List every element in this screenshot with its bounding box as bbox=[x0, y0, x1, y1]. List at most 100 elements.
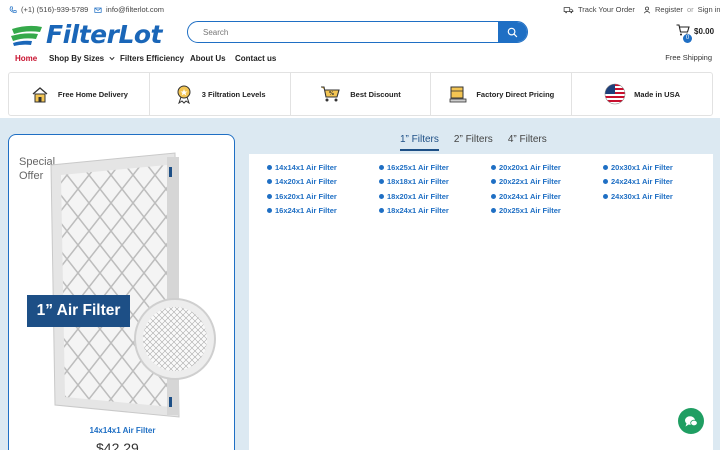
filter-size-label: 16x25x1 Air Filter bbox=[387, 162, 449, 172]
bullet-dot-icon bbox=[491, 179, 496, 184]
filter-size-label: 14x20x1 Air Filter bbox=[275, 177, 337, 186]
bullet-dot-icon bbox=[267, 193, 272, 199]
logo-text: FilterLot bbox=[46, 20, 163, 49]
filter-size-label: 24x24x1 Air Filter bbox=[611, 177, 673, 186]
truck-icon bbox=[563, 6, 574, 13]
filter-size-link[interactable]: 18x20x1 Air Filter bbox=[379, 191, 491, 201]
offer-product-name[interactable]: 14x14x1 Air Filter bbox=[9, 426, 234, 435]
envelope-icon bbox=[94, 7, 102, 13]
search-icon bbox=[507, 27, 518, 37]
bullet-dot-icon bbox=[267, 164, 272, 170]
chevron-down-icon bbox=[109, 56, 115, 61]
main-nav: Home Shop By Sizes Filters Efficiency Ab… bbox=[0, 50, 720, 66]
register-link[interactable]: Register bbox=[655, 5, 683, 14]
filter-size-link[interactable]: 14x14x1 Air Filter bbox=[267, 162, 379, 172]
filter-size-label: 18x24x1 Air Filter bbox=[387, 206, 449, 215]
feature-label: 3 Filtration Levels bbox=[201, 89, 266, 99]
bullet-dot-icon bbox=[603, 193, 608, 199]
filter-size-label: 16x24x1 Air Filter bbox=[275, 206, 337, 215]
nav-shop-by-sizes[interactable]: Shop By Sizes bbox=[49, 54, 115, 63]
sign-in-link[interactable]: Sign in bbox=[698, 5, 720, 14]
offer-banner: 1” Air Filter bbox=[27, 295, 130, 327]
filter-size-link[interactable]: 24x24x1 Air Filter bbox=[603, 177, 715, 186]
or-separator: or bbox=[686, 5, 694, 14]
filter-size-label: 16x20x1 Air Filter bbox=[275, 191, 337, 201]
feature-label: Best Discount bbox=[350, 89, 401, 99]
tab-1-inch-filters[interactable]: 1” Filters bbox=[400, 132, 439, 151]
svg-text:%: % bbox=[329, 91, 334, 97]
tab-2-inch-filters[interactable]: 2” Filters bbox=[454, 132, 493, 151]
phone-number: (+1) (516)-939-5789 bbox=[21, 5, 89, 14]
house-delivery-icon bbox=[32, 87, 48, 103]
filter-size-label: 14x14x1 Air Filter bbox=[275, 162, 337, 172]
filter-size-label: 18x18x1 Air Filter bbox=[387, 177, 449, 186]
bullet-dot-icon bbox=[491, 208, 496, 213]
feature-bar: Free Home Delivery 3 Filtration Levels %… bbox=[8, 72, 713, 116]
bullet-dot-icon bbox=[491, 193, 496, 199]
search-button[interactable] bbox=[498, 22, 527, 42]
special-offer-card[interactable]: Special Offer 1” Air Filter 14x14x1 Air … bbox=[8, 134, 235, 450]
factory-box-icon bbox=[449, 86, 467, 103]
filter-size-link[interactable]: 20x24x1 Air Filter bbox=[491, 191, 603, 201]
top-bar: (+1) (516)-939-5789 info@filterlot.com T… bbox=[0, 0, 720, 18]
nav-filters-efficiency[interactable]: Filters Efficiency bbox=[120, 54, 184, 63]
bullet-dot-icon bbox=[379, 193, 384, 199]
filter-size-label: 24x30x1 Air Filter bbox=[611, 191, 673, 201]
nav-about-us[interactable]: About Us bbox=[190, 54, 226, 63]
filter-size-link[interactable]: 16x24x1 Air Filter bbox=[267, 206, 379, 215]
filter-size-link[interactable]: 16x20x1 Air Filter bbox=[267, 191, 379, 201]
track-order-link[interactable]: Track Your Order bbox=[563, 5, 635, 14]
filter-size-grid: 14x14x1 Air Filter 16x25x1 Air Filter 20x2… bbox=[267, 163, 715, 215]
bullet-dot-icon bbox=[491, 164, 496, 170]
filter-size-label: 20x25x1 Air Filter bbox=[499, 206, 561, 215]
chat-bubble-icon bbox=[685, 415, 698, 426]
nav-shop-by-sizes-label: Shop By Sizes bbox=[49, 54, 105, 63]
bullet-dot-icon bbox=[267, 208, 272, 213]
bullet-dot-icon bbox=[379, 164, 384, 170]
tab-4-inch-filters[interactable]: 4” Filters bbox=[508, 132, 547, 151]
filter-size-label: 18x20x1 Air Filter bbox=[387, 191, 449, 201]
filter-size-label: 20x24x1 Air Filter bbox=[499, 191, 561, 201]
filter-size-link[interactable]: 18x18x1 Air Filter bbox=[379, 177, 491, 186]
filter-size-link[interactable]: 20x20x1 Air Filter bbox=[491, 162, 603, 172]
filter-size-label: 20x22x1 Air Filter bbox=[499, 177, 561, 186]
feature-made-in-usa: Made in USA bbox=[572, 73, 712, 115]
filter-size-label: 20x30x1 Air Filter bbox=[611, 162, 673, 172]
free-shipping-note: Free Shipping bbox=[665, 53, 712, 62]
filter-size-link[interactable]: 24x30x1 Air Filter bbox=[603, 191, 715, 201]
feature-label: Free Home Delivery bbox=[57, 89, 128, 99]
us-flag-icon bbox=[604, 83, 626, 105]
chat-button[interactable] bbox=[678, 408, 704, 434]
filter-size-link[interactable]: 16x25x1 Air Filter bbox=[379, 162, 491, 172]
filter-size-link[interactable]: 20x22x1 Air Filter bbox=[491, 177, 603, 186]
user-icon bbox=[643, 6, 651, 13]
email-contact[interactable]: info@filterlot.com bbox=[94, 5, 164, 14]
nav-home[interactable]: Home bbox=[15, 54, 37, 63]
filter-size-panel: 14x14x1 Air Filter 16x25x1 Air Filter 20x2… bbox=[249, 154, 713, 450]
cart-button[interactable]: 0 $0.00 bbox=[676, 24, 716, 44]
cart-count-badge: 0 bbox=[683, 34, 692, 43]
search-input[interactable] bbox=[188, 22, 498, 42]
search-bar bbox=[187, 21, 528, 43]
account-links: Register or Sign in bbox=[643, 5, 720, 14]
filter-size-link[interactable]: 20x25x1 Air Filter bbox=[491, 206, 603, 215]
filter-tabs: 1” Filters 2” Filters 4” Filters bbox=[400, 132, 562, 151]
offer-price: $42.29 bbox=[96, 440, 139, 450]
discount-cart-icon: % bbox=[321, 86, 340, 102]
filter-size-link[interactable]: 18x24x1 Air Filter bbox=[379, 206, 491, 215]
bullet-dot-icon bbox=[267, 179, 272, 184]
logo-mark-icon bbox=[11, 25, 42, 46]
feature-filtration-levels: 3 Filtration Levels bbox=[150, 73, 291, 115]
site-logo[interactable]: FilterLot bbox=[10, 20, 163, 49]
filter-size-link[interactable]: 14x20x1 Air Filter bbox=[267, 177, 379, 186]
feature-label: Factory Direct Pricing bbox=[476, 89, 555, 99]
nav-contact-us[interactable]: Contact us bbox=[235, 54, 276, 63]
phone-icon bbox=[9, 5, 17, 13]
filter-size-label: 20x20x1 Air Filter bbox=[499, 162, 561, 172]
filter-size-link[interactable]: 20x30x1 Air Filter bbox=[603, 162, 715, 172]
phone-contact[interactable]: (+1) (516)-939-5789 bbox=[9, 5, 88, 14]
email-address: info@filterlot.com bbox=[106, 5, 165, 14]
air-filter-image bbox=[50, 152, 216, 418]
bullet-dot-icon bbox=[379, 208, 384, 213]
feature-label: Made in USA bbox=[634, 89, 680, 99]
